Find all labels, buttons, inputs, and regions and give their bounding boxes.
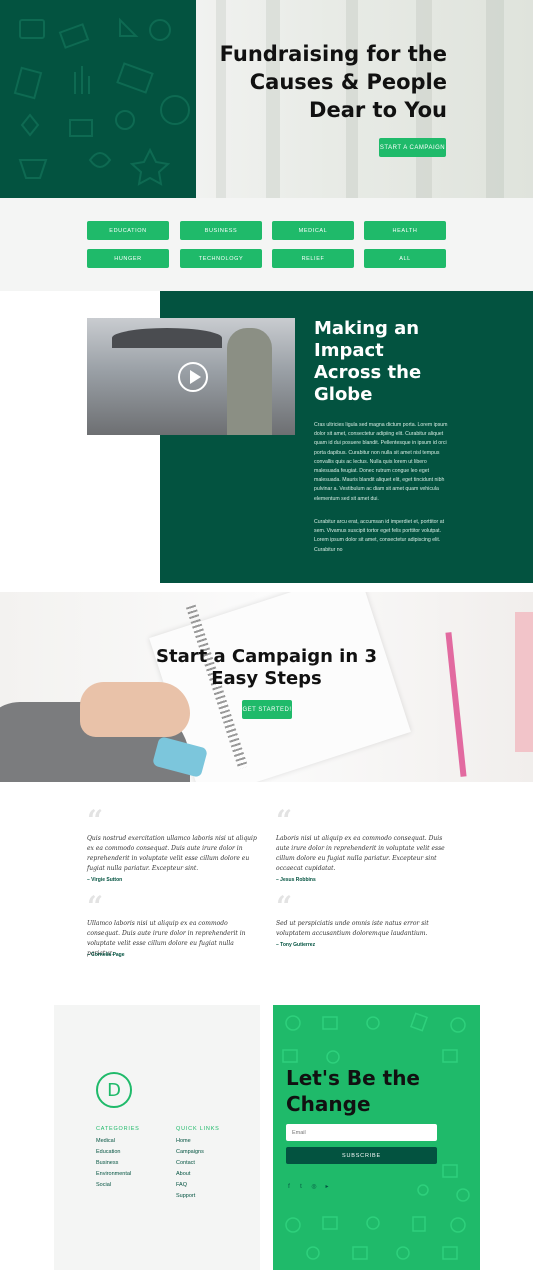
testimonial-quote: Sed ut perspiciatis unde omnis iste natu… — [276, 920, 429, 937]
footer-link-faq[interactable]: FAQ — [176, 1182, 187, 1188]
umbrella-shape — [112, 328, 222, 348]
backpack-shape — [227, 328, 272, 435]
category-medical-button[interactable]: Medical — [272, 221, 354, 240]
footer-link-campaigns[interactable]: Campaigns — [176, 1149, 204, 1155]
cta-title-line: Change — [286, 1092, 371, 1116]
category-technology-button[interactable]: Technology — [180, 249, 262, 268]
tree-trunk — [486, 0, 504, 198]
steps-title-line: Easy Steps — [211, 668, 322, 689]
category-relief-button[interactable]: Relief — [272, 249, 354, 268]
hero-pattern-panel — [0, 0, 196, 198]
testimonial-author: – Tony Gutierrez — [276, 942, 316, 948]
get-started-button[interactable]: Get Started! — [242, 700, 292, 719]
cta-title: Let's Be the Change — [286, 1065, 456, 1117]
category-education-button[interactable]: Education — [87, 221, 169, 240]
impact-title: Making an Impact Across the Globe — [314, 318, 464, 406]
category-hunger-button[interactable]: Hunger — [87, 249, 169, 268]
footer-link-support[interactable]: Support — [176, 1193, 195, 1199]
footer-link-contact[interactable]: Contact — [176, 1160, 195, 1166]
logo-icon[interactable]: D — [96, 1072, 132, 1108]
impact-paragraph: Curabitur arcu erat, accumsan id imperdi… — [314, 519, 445, 553]
testimonial-author: – Jesus Robbins — [276, 877, 316, 883]
hero-title-line: Fundraising for the — [219, 42, 447, 66]
quote-icon: “ — [87, 890, 104, 923]
youtube-icon[interactable]: ▸ — [323, 1183, 331, 1191]
hero-title-line: Causes & People — [249, 70, 447, 94]
steps-section: Start a Campaign in 3 Easy Steps Get Sta… — [0, 592, 533, 782]
categories-heading: Categories — [96, 1126, 140, 1132]
cta-title-line: Let's Be the — [286, 1066, 420, 1090]
testimonial-quote: Quis nostrud exercitation ullamco labori… — [87, 835, 257, 872]
footer-link-medical[interactable]: Medical — [96, 1138, 115, 1144]
footer-link-about[interactable]: About — [176, 1171, 190, 1177]
hero-title-line: Dear to You — [309, 98, 447, 122]
facebook-icon[interactable]: f — [285, 1183, 293, 1191]
category-health-button[interactable]: Health — [364, 221, 446, 240]
footer-link-home[interactable]: Home — [176, 1138, 191, 1144]
hand-shape — [80, 682, 190, 737]
steps-title-line: Start a Campaign in 3 — [156, 646, 377, 667]
footer-link-education[interactable]: Education — [96, 1149, 120, 1155]
subscribe-button[interactable]: Subscribe — [286, 1147, 437, 1164]
footer-link-environmental[interactable]: Environmental — [96, 1171, 131, 1177]
footer-link-social[interactable]: Social — [96, 1182, 111, 1188]
hero-section: Fundraising for the Causes & People Dear… — [0, 0, 533, 198]
play-icon[interactable] — [178, 362, 208, 392]
quote-icon: “ — [87, 804, 104, 837]
footer-link-business[interactable]: Business — [96, 1160, 118, 1166]
impact-title-line: Impact — [314, 340, 384, 361]
quick-links-heading: Quick Links — [176, 1126, 220, 1132]
category-band: Education Business Medical Health Hunger… — [0, 198, 533, 291]
hero-title: Fundraising for the Causes & People Dear… — [187, 40, 447, 124]
testimonial-author: – Virgie Sutton — [87, 877, 123, 883]
video-thumbnail[interactable] — [87, 318, 295, 435]
impact-title-line: Across the — [314, 362, 422, 383]
category-business-button[interactable]: Business — [180, 221, 262, 240]
start-campaign-button[interactable]: Start a Campaign — [379, 138, 446, 157]
impact-title-line: Globe — [314, 384, 373, 405]
steps-title: Start a Campaign in 3 Easy Steps — [0, 646, 533, 690]
twitter-icon[interactable]: t — [297, 1183, 305, 1191]
category-all-button[interactable]: All — [364, 249, 446, 268]
footer-links-panel — [54, 1005, 260, 1270]
email-input[interactable] — [286, 1124, 437, 1141]
instagram-icon[interactable]: ◎ — [310, 1183, 318, 1191]
quote-icon: “ — [276, 804, 293, 837]
quote-icon: “ — [276, 890, 293, 923]
pattern-icons — [13, 17, 190, 186]
testimonial-author: – Cornelia Page — [87, 952, 125, 958]
impact-paragraph: Cras ultricies ligula sed magna dictum p… — [314, 422, 448, 502]
testimonial-quote: Laboris nisi ut aliquip ex ea commodo co… — [276, 835, 445, 872]
impact-title-line: Making an — [314, 318, 420, 339]
